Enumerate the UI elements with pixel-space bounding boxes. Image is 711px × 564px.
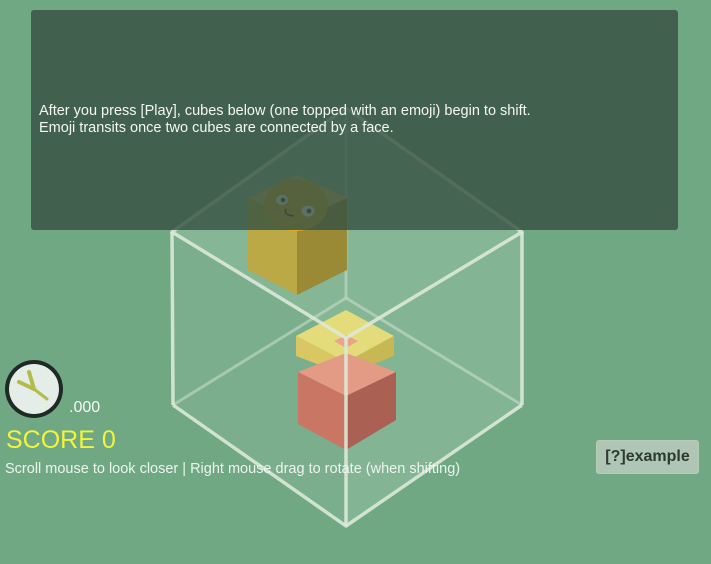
controls-hint: Scroll mouse to look closer | Right mous… [5, 461, 461, 477]
score-label: SCORE 0 [6, 426, 116, 454]
instructions-panel: After you press [Play], cubes below (one… [31, 10, 678, 230]
clock-icon [5, 360, 63, 418]
instructions-text: After you press [Play], cubes below (one… [39, 103, 531, 136]
timer-readout: .000 [69, 399, 101, 416]
example-button[interactable]: [?]example [596, 440, 699, 474]
